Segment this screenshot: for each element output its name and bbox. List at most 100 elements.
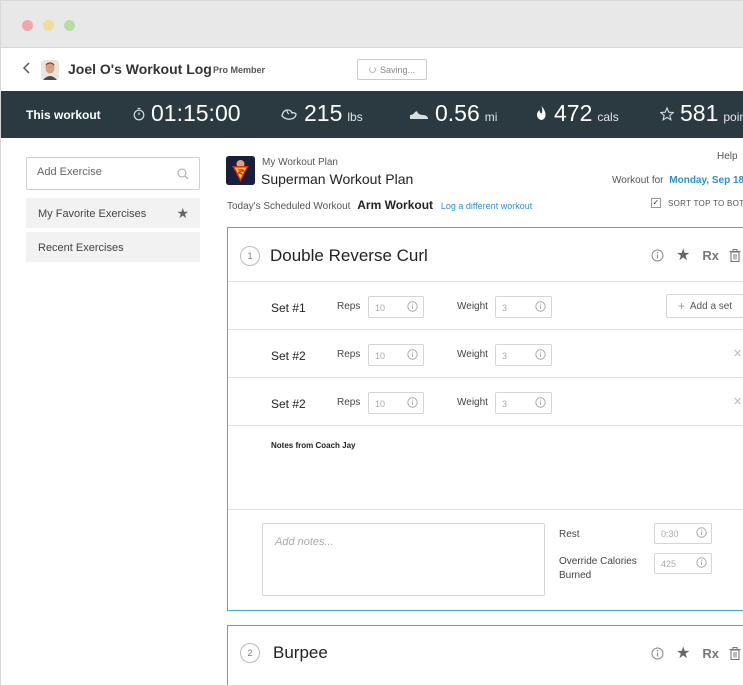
spinner-icon — [368, 66, 376, 73]
rest-input[interactable]: 0:30 — [654, 523, 712, 544]
calories-value: 472 — [554, 100, 593, 126]
set-row: Set #2 Reps 10 Weight 3 ✕ — [228, 378, 743, 426]
member-badge: Pro Member — [213, 65, 266, 75]
reps-label: Reps — [337, 301, 361, 312]
sidebar-item-recent[interactable]: Recent Exercises — [26, 232, 200, 262]
add-set-button[interactable]: + Add a set — [666, 294, 743, 318]
info-icon[interactable] — [535, 397, 546, 410]
rx-button[interactable]: Rx — [702, 646, 719, 661]
checkbox-checked-icon[interactable]: ✓ — [651, 198, 661, 208]
app-window: Joel O's Workout Log Pro Member Saving..… — [0, 0, 743, 686]
distance-stat: 0.56 mi — [409, 100, 497, 127]
reps-label: Reps — [337, 397, 361, 408]
trash-icon[interactable] — [729, 646, 741, 660]
notes-textarea[interactable] — [262, 523, 545, 596]
log-different-link[interactable]: Log a different workout — [441, 201, 532, 211]
avatar — [41, 60, 59, 80]
add-set-label: Add a set — [689, 300, 733, 312]
points-value: 581 — [680, 100, 719, 126]
calories-stat: 472 cals — [535, 100, 619, 127]
help-link[interactable]: Help — [717, 151, 738, 162]
star-icon[interactable]: ★ — [676, 245, 690, 265]
reps-input[interactable]: 10 — [368, 344, 424, 366]
sidebar-item-label: My Favorite Exercises — [38, 208, 147, 220]
sidebar-item-label: Recent Exercises — [38, 242, 124, 254]
weight-input[interactable]: 3 — [495, 344, 552, 366]
sort-toggle[interactable]: ✓ SORT TOP TO BOTTOM — [651, 198, 743, 208]
rx-button[interactable]: Rx — [702, 248, 719, 263]
reps-input[interactable]: 10 — [368, 296, 424, 318]
set-row: Set #2 Reps 10 Weight 3 ✕ — [228, 330, 743, 378]
star-icon[interactable]: ★ — [676, 643, 690, 663]
superman-logo — [226, 156, 255, 185]
reps-input[interactable]: 10 — [368, 392, 424, 414]
info-icon[interactable] — [535, 301, 546, 314]
info-icon[interactable] — [407, 301, 418, 314]
date-link[interactable]: Monday, Sep 18 — [669, 175, 743, 186]
stopwatch-icon — [133, 107, 145, 124]
back-chevron-icon[interactable] — [22, 61, 31, 77]
calories-unit: cals — [597, 110, 619, 124]
weight-label: Weight — [457, 301, 488, 312]
exercise-card: 2 Burpee ★ Rx — [227, 625, 743, 685]
reps-value: 10 — [375, 303, 386, 313]
weight-value: 3 — [502, 303, 508, 313]
remove-set-icon[interactable]: ✕ — [733, 347, 742, 360]
calories-input[interactable]: 425 — [654, 553, 712, 574]
scheduled-name: Arm Workout — [357, 198, 434, 212]
minimize-window-button[interactable] — [43, 20, 54, 31]
maximize-window-button[interactable] — [64, 20, 75, 31]
set-row: Set #1 Reps 10 Weight 3 + Add a set — [228, 282, 743, 330]
exercise-actions: ★ Rx — [651, 643, 741, 663]
exercise-header: 1 Double Reverse Curl ★ Rx — [228, 228, 743, 282]
saving-label: Saving... — [379, 64, 416, 75]
info-icon[interactable] — [651, 249, 664, 262]
window-chrome — [1, 1, 743, 48]
exercise-title: Burpee — [273, 643, 328, 662]
weight-input[interactable]: 3 — [495, 392, 552, 414]
weight-value: 215 — [304, 100, 343, 126]
info-icon[interactable] — [696, 527, 707, 540]
close-window-button[interactable] — [22, 20, 33, 31]
info-icon[interactable] — [535, 349, 546, 362]
info-icon[interactable] — [407, 397, 418, 410]
sort-label: SORT TOP TO BOTTOM — [668, 198, 743, 208]
reps-value: 10 — [375, 399, 386, 409]
workout-date: Workout for Monday, Sep 18 — [612, 175, 743, 186]
reps-value: 10 — [375, 351, 386, 361]
weight-label: Weight — [457, 349, 488, 360]
distance-unit: mi — [484, 110, 498, 124]
coach-notes-heading: Notes from Coach Jay — [271, 441, 356, 450]
trash-icon[interactable] — [729, 248, 741, 262]
add-exercise-search — [26, 157, 200, 190]
distance-value: 0.56 — [435, 100, 480, 126]
remove-set-icon[interactable]: ✕ — [733, 395, 742, 408]
time-stat: 01:15:00 — [133, 100, 241, 127]
star-icon: ★ — [176, 205, 189, 221]
add-exercise-input[interactable] — [37, 166, 167, 178]
exercise-card: 1 Double Reverse Curl ★ Rx Set #1 Reps 1… — [227, 227, 743, 611]
info-icon[interactable] — [407, 349, 418, 362]
weight-stat: 215 lbs — [280, 100, 363, 127]
info-icon[interactable] — [651, 647, 664, 660]
override-calories-label: Override Calories Burned — [559, 556, 637, 581]
weight-input[interactable]: 3 — [495, 296, 552, 318]
rest-value: 0:30 — [661, 529, 679, 539]
divider — [228, 509, 743, 510]
star-outline-icon — [659, 106, 675, 124]
flame-icon — [535, 105, 548, 124]
points-unit: points — [723, 110, 743, 124]
search-icon[interactable] — [177, 167, 189, 185]
saving-indicator: Saving... — [357, 59, 427, 80]
plan-name: Superman Workout Plan — [261, 171, 414, 187]
app-title: Joel O's Workout Log — [68, 61, 212, 77]
sidebar-item-favorites[interactable]: My Favorite Exercises ★ — [26, 198, 200, 228]
weight-value: 3 — [502, 351, 508, 361]
weight-label: Weight — [457, 397, 488, 408]
workout-stats-bar: This workout 01:15:00 215 lbs 0.56 mi 47… — [1, 91, 743, 138]
muscle-icon — [280, 107, 298, 124]
set-name: Set #2 — [271, 349, 306, 363]
reps-label: Reps — [337, 349, 361, 360]
workout-for-label: Workout for — [612, 175, 664, 186]
info-icon[interactable] — [696, 557, 707, 570]
